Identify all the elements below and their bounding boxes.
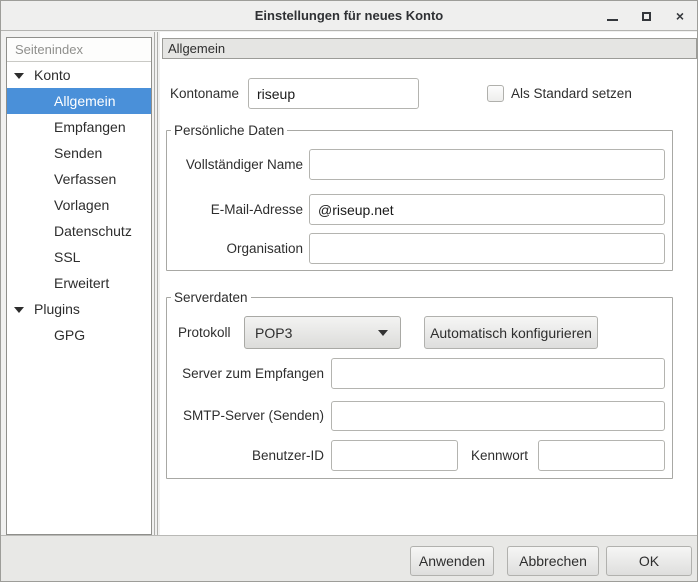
sidebar-item-gpg[interactable]: GPG: [7, 322, 151, 348]
receive-server-label: Server zum Empfangen: [170, 358, 324, 389]
sidebar-item-ssl[interactable]: SSL: [7, 244, 151, 270]
chevron-down-icon: [378, 330, 388, 336]
titlebar[interactable]: Einstellungen für neues Konto ×: [1, 1, 697, 31]
email-label: E-Mail-Adresse: [170, 194, 303, 225]
sidebar-item-datenschutz[interactable]: Datenschutz: [7, 218, 151, 244]
full-name-input[interactable]: [309, 149, 665, 180]
smtp-server-input[interactable]: [331, 401, 665, 431]
receive-server-input[interactable]: [331, 358, 665, 389]
sidebar-item-senden[interactable]: Senden: [7, 140, 151, 166]
personal-data-legend: Persönliche Daten: [171, 123, 287, 138]
sidebar-item-vorlagen[interactable]: Vorlagen: [7, 192, 151, 218]
triangle-down-icon[interactable]: [14, 73, 24, 79]
pane-divider[interactable]: [154, 32, 158, 535]
minimize-icon: [607, 19, 618, 21]
smtp-server-label: SMTP-Server (Senden): [170, 401, 324, 431]
protocol-dropdown[interactable]: POP3: [244, 316, 401, 349]
sidebar: Seitenindex Konto Allgemein Empfangen Se…: [6, 37, 152, 535]
triangle-down-icon[interactable]: [14, 307, 24, 313]
full-name-label: Vollständiger Name: [170, 149, 303, 180]
minimize-button[interactable]: [595, 1, 629, 31]
password-input[interactable]: [538, 440, 665, 471]
auto-configure-button[interactable]: Automatisch konfigurieren: [424, 316, 598, 349]
close-button[interactable]: ×: [663, 1, 697, 31]
protocol-value: POP3: [255, 325, 292, 341]
sidebar-header: Seitenindex: [7, 38, 151, 62]
cancel-button[interactable]: Abbrechen: [507, 546, 599, 576]
sidebar-item-verfassen[interactable]: Verfassen: [7, 166, 151, 192]
server-data-legend: Serverdaten: [171, 290, 251, 305]
section-title: Allgemein: [162, 38, 697, 59]
email-input[interactable]: [309, 194, 665, 225]
user-id-label: Benutzer-ID: [170, 440, 324, 471]
maximize-icon: [642, 12, 651, 21]
user-id-input[interactable]: [331, 440, 458, 471]
window-controls: ×: [595, 1, 697, 31]
page-index-tree: Konto Allgemein Empfangen Senden Verfass…: [7, 62, 151, 348]
apply-button[interactable]: Anwenden: [410, 546, 494, 576]
sidebar-item-plugins[interactable]: Plugins: [7, 296, 151, 322]
account-name-input[interactable]: [248, 78, 419, 109]
dialog-footer: Anwenden Abbrechen OK: [1, 535, 697, 582]
maximize-button[interactable]: [629, 1, 663, 31]
set-default-label: Als Standard setzen: [511, 78, 632, 109]
account-settings-dialog: Einstellungen für neues Konto × Seitenin…: [0, 0, 698, 582]
sidebar-item-allgemein[interactable]: Allgemein: [7, 88, 151, 114]
account-name-label: Kontoname: [170, 78, 239, 109]
organization-input[interactable]: [309, 233, 665, 264]
sidebar-item-konto[interactable]: Konto: [7, 62, 151, 88]
close-icon: ×: [676, 9, 684, 23]
set-default-checkbox[interactable]: [487, 85, 504, 102]
sidebar-item-erweitert[interactable]: Erweitert: [7, 270, 151, 296]
protocol-label: Protokoll: [178, 316, 231, 349]
ok-button[interactable]: OK: [606, 546, 692, 576]
password-label: Kennwort: [466, 440, 528, 471]
window-title: Einstellungen für neues Konto: [1, 1, 697, 31]
sidebar-item-empfangen[interactable]: Empfangen: [7, 114, 151, 140]
main-panel: Allgemein Kontoname Als Standard setzen …: [160, 32, 698, 535]
organization-label: Organisation: [170, 233, 303, 264]
